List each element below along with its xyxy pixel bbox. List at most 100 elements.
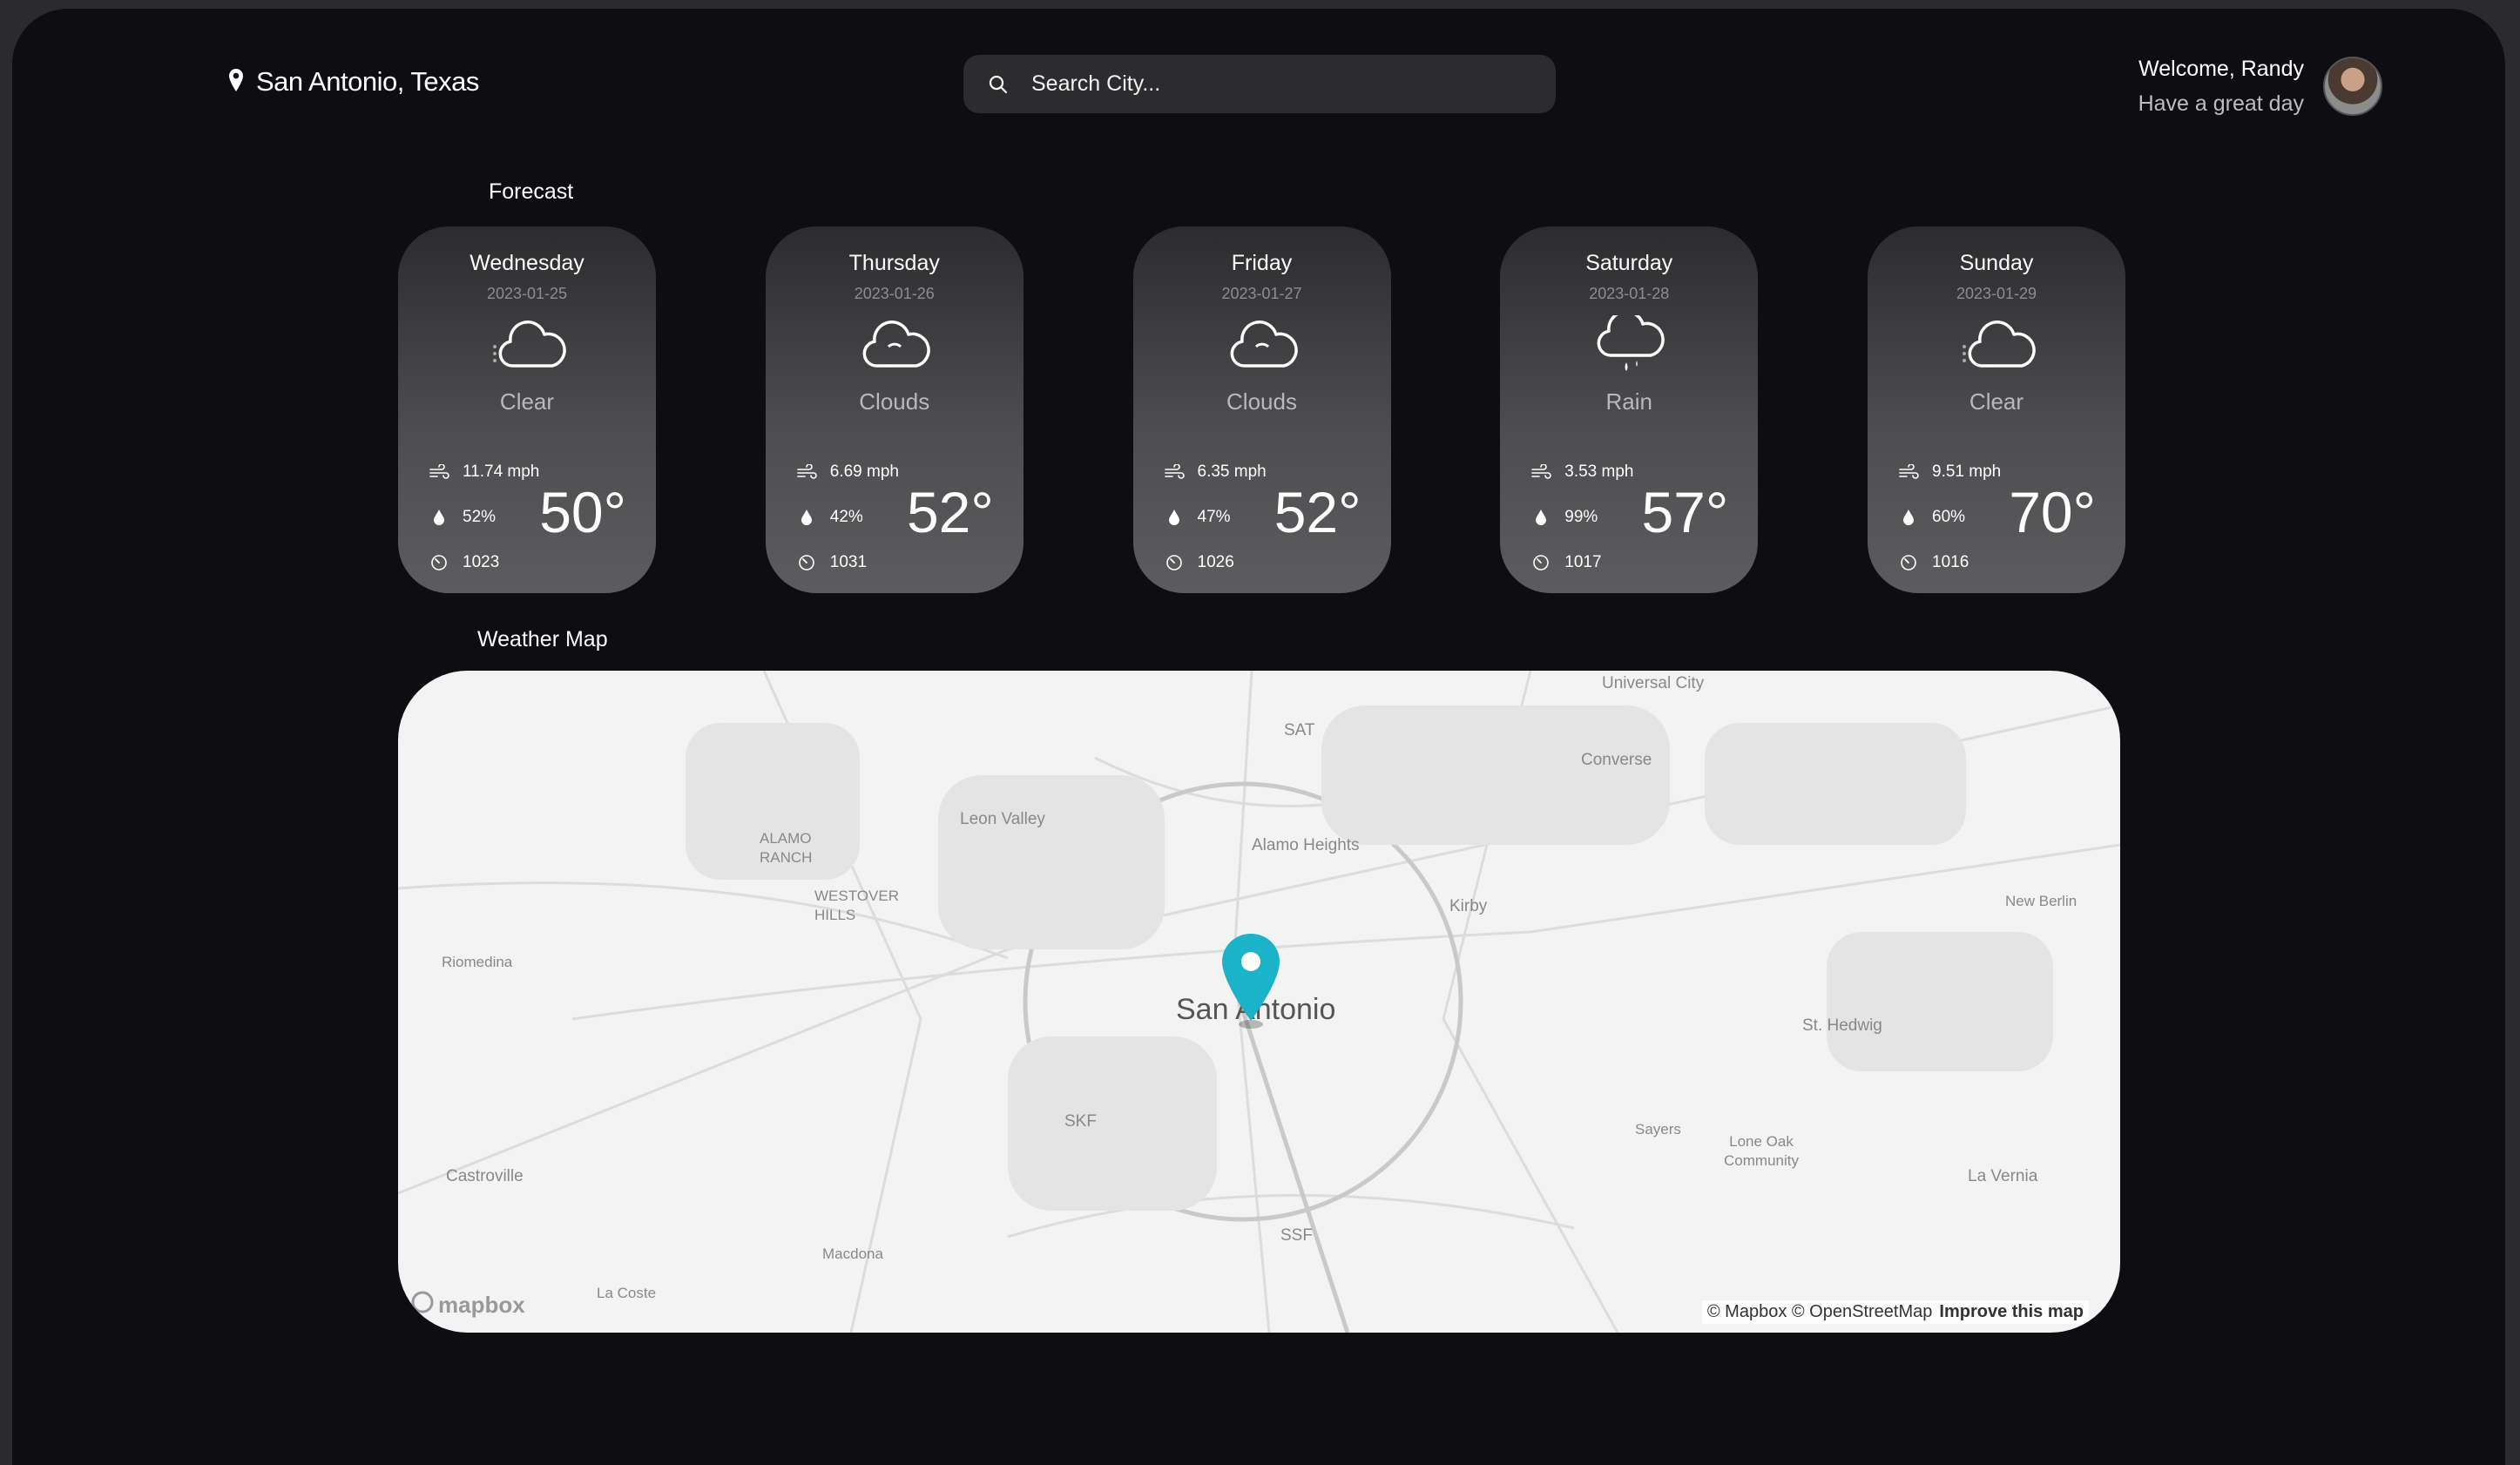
map-label: SSF (1280, 1226, 1313, 1245)
pressure-value: 1017 (1564, 553, 1602, 571)
forecast-day: Thursday (848, 251, 940, 275)
forecast-card[interactable]: Sunday 2023-01-29 Clear 9.51 mph 60% 1016 70° (1868, 226, 2125, 593)
wind-stat: 9.51 mph (1897, 449, 2001, 495)
search-bar[interactable] (963, 55, 1556, 113)
pressure-stat: 1026 (1163, 540, 1267, 585)
wind-icon (1897, 464, 1920, 480)
search-icon (988, 74, 1009, 95)
humidity-drop-icon (795, 509, 818, 526)
wind-value: 6.35 mph (1197, 462, 1267, 481)
map-label: Castroville (446, 1167, 524, 1185)
forecast-condition: Rain (1605, 388, 1652, 415)
location-text: San Antonio, Texas (256, 66, 479, 97)
forecast-date: 2023-01-26 (854, 285, 935, 302)
forecast-stats: 3.53 mph 99% 1017 (1530, 449, 1633, 585)
attribution-text[interactable]: © Mapbox © OpenStreetMap (1707, 1302, 1933, 1321)
weather-map[interactable]: Universal City SAT Converse Leon Valley … (398, 671, 2120, 1333)
map-label: Converse (1581, 751, 1652, 769)
forecast-date: 2023-01-28 (1589, 285, 1670, 302)
forecast-condition: Clouds (859, 388, 930, 415)
pressure-stat: 1031 (795, 540, 899, 585)
map-marker-icon[interactable] (1219, 932, 1282, 1034)
humidity-stat: 47% (1163, 495, 1267, 540)
forecast-day: Saturday (1585, 251, 1673, 275)
forecast-temperature: 52° (1274, 480, 1361, 544)
forecast-date: 2023-01-25 (486, 285, 568, 302)
forecast-stats: 9.51 mph 60% 1016 (1897, 449, 2001, 585)
forecast-temperature: 52° (906, 480, 994, 544)
wind-value: 9.51 mph (1932, 462, 2002, 481)
map-label: SKF (1064, 1112, 1097, 1131)
greeting-subtitle: Have a great day (2138, 91, 2304, 116)
map-attribution: © Mapbox © OpenStreetMap Improve this map (1701, 1300, 2089, 1324)
map-label: WESTOVER HILLS (814, 888, 899, 923)
forecast-stats: 6.35 mph 47% 1026 (1163, 449, 1267, 585)
map-label: Leon Valley (960, 810, 1045, 828)
humidity-value: 52% (463, 508, 497, 526)
pressure-stat: 1016 (1897, 540, 2001, 585)
pressure-value: 1023 (463, 553, 500, 571)
forecast-temperature: 50° (539, 480, 626, 544)
humidity-drop-icon (1897, 509, 1920, 526)
mapbox-logo[interactable]: mapbox (410, 1290, 525, 1320)
humidity-drop-icon (1163, 509, 1186, 526)
forecast-list: Wednesday 2023-01-25 Clear 11.74 mph 52% 1023… (398, 226, 2125, 593)
forecast-card[interactable]: Friday 2023-01-27 Clouds 6.35 mph 47% 1026 52° (1132, 226, 1391, 593)
wind-stat: 3.53 mph (1530, 449, 1633, 495)
wind-icon (1530, 464, 1552, 480)
cloud-icon (1133, 315, 1391, 378)
humidity-stat: 60% (1897, 495, 2001, 540)
map-label: Lone Oak Community (1724, 1133, 1799, 1169)
cloud-icon (766, 315, 1024, 378)
forecast-day: Friday (1231, 251, 1293, 275)
cloud-partly-icon (1868, 315, 2125, 378)
map-label: New Berlin (2005, 893, 2077, 909)
map-label: Universal City (1602, 674, 1705, 692)
wind-value: 11.74 mph (463, 462, 540, 481)
wind-value: 3.53 mph (1564, 462, 1634, 481)
user-info: Welcome, Randy Have a great day (2138, 54, 2382, 118)
forecast-card[interactable]: Thursday 2023-01-26 Clouds 6.69 mph 42% 1031 5… (765, 226, 1024, 593)
map-label: Sayers (1635, 1121, 1681, 1138)
map-label: Alamo Heights (1252, 836, 1360, 854)
humidity-stat: 99% (1530, 495, 1633, 540)
pressure-gauge-icon (1530, 554, 1552, 571)
forecast-day: Wednesday (470, 251, 584, 275)
wind-icon (428, 464, 450, 480)
pressure-value: 1031 (829, 553, 868, 571)
wind-stat: 6.69 mph (795, 449, 899, 495)
improve-map-link[interactable]: Improve this map (1939, 1302, 2084, 1321)
pressure-gauge-icon (795, 554, 818, 571)
humidity-drop-icon (428, 509, 450, 526)
search-input[interactable] (1030, 71, 1521, 98)
pressure-value: 1016 (1932, 553, 1969, 571)
map-label: Macdona (822, 1246, 883, 1262)
weather-map-heading: Weather Map (477, 627, 608, 651)
map-label: SAT (1284, 721, 1315, 739)
map-label: La Coste (597, 1285, 657, 1301)
map-label: Riomedina (442, 954, 513, 970)
pressure-gauge-icon (428, 554, 450, 571)
forecast-date: 2023-01-29 (1956, 285, 2037, 302)
location-pin-icon (228, 68, 244, 97)
pressure-gauge-icon (1163, 554, 1186, 571)
forecast-stats: 11.74 mph 52% 1023 (428, 449, 539, 585)
map-label: Kirby (1449, 897, 1488, 915)
location-display: San Antonio, Texas (228, 66, 479, 98)
mapbox-logo-icon (410, 1290, 435, 1320)
forecast-condition: Clear (1969, 388, 2024, 415)
pressure-stat: 1023 (428, 540, 539, 585)
forecast-condition: Clouds (1226, 388, 1297, 415)
mapbox-logo-text: mapbox (438, 1292, 525, 1318)
forecast-temperature: 70° (2009, 480, 2096, 544)
humidity-stat: 42% (795, 495, 899, 540)
humidity-drop-icon (1530, 509, 1552, 526)
forecast-card[interactable]: Wednesday 2023-01-25 Clear 11.74 mph 52% 1023… (398, 226, 656, 593)
wind-icon (1163, 464, 1186, 480)
forecast-card[interactable]: Saturday 2023-01-28 Rain 3.53 mph 99% 1017 57° (1500, 226, 1759, 593)
forecast-condition: Clear (499, 388, 555, 415)
map-label: La Vernia (1968, 1167, 2038, 1185)
wind-stat: 11.74 mph (428, 449, 539, 495)
avatar[interactable] (2323, 57, 2382, 116)
forecast-date: 2023-01-27 (1221, 285, 1302, 302)
